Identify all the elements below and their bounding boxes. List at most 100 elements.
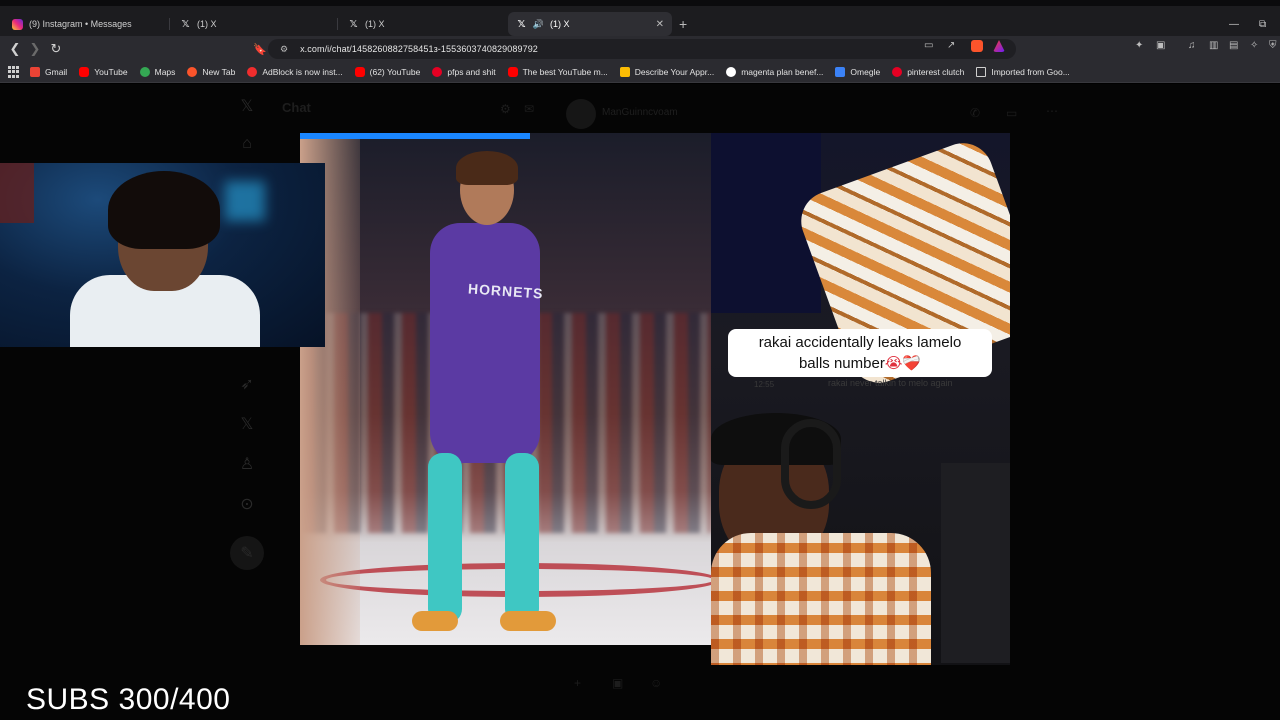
tab-title: (9) Instagram • Messages (29, 19, 132, 29)
gif-icon[interactable]: ▣ (612, 676, 623, 690)
brave-icon (187, 67, 198, 77)
tab-separator (337, 18, 338, 30)
bookmark-adblock[interactable]: AdBlock is now inst... (247, 67, 343, 77)
adblock-icon (247, 67, 258, 77)
led-light (225, 181, 265, 221)
more-icon[interactable]: ⊙ (237, 494, 257, 514)
sidebar-icon[interactable]: ▥ (1209, 40, 1218, 51)
gmail-icon (619, 67, 630, 77)
vpn-icon[interactable]: ⛨ (1269, 40, 1277, 51)
tab-x-1[interactable]: 𝕏 (1) X (172, 12, 336, 36)
bookmark-new-tab[interactable]: New Tab (187, 67, 235, 77)
brave-shields-icon[interactable] (971, 40, 983, 52)
video-frame-lamelo: HORNETS (300, 133, 711, 645)
apps-grid-icon[interactable] (8, 66, 20, 78)
new-message-icon[interactable]: ✉ (524, 102, 534, 116)
wall-poster (0, 163, 34, 223)
x-logo-icon: 𝕏 (181, 18, 190, 30)
tab-title: (1) X (365, 19, 385, 29)
tab-title: (1) X (197, 19, 217, 29)
speaker-icon[interactable]: 🔊 (533, 19, 544, 30)
x-logo-icon: 𝕏 (517, 18, 526, 30)
bookmark-describe[interactable]: Describe Your Appr... (619, 67, 714, 77)
emoji-icon[interactable]: ☺ (650, 676, 662, 690)
bookmark-best-youtube[interactable]: The best YouTube m... (507, 67, 608, 77)
leo-ai-icon[interactable]: ✧ (1250, 40, 1258, 51)
headset (781, 419, 841, 509)
bookmark-magenta[interactable]: magenta plan benef... (726, 67, 823, 77)
bookmark-youtube-62[interactable]: (62) YouTube (354, 67, 420, 77)
bookmark-maps[interactable]: Maps (139, 67, 175, 77)
plaid-shirt (711, 533, 931, 665)
youtube-icon (79, 67, 90, 77)
compose-post-icon[interactable]: ✎ (230, 536, 264, 570)
caption-line-1: rakai accidentally leaks lamelo (758, 334, 962, 351)
subs-goal-counter: SUBS 300/400 (26, 683, 231, 716)
cast-icon[interactable]: ▭ (924, 40, 933, 51)
x-logo-icon[interactable]: 𝕏 (237, 96, 257, 116)
call-icon[interactable]: ✆ (970, 106, 980, 120)
bookmark-pinterest[interactable]: pinterest clutch (892, 67, 964, 77)
player-shoe (412, 611, 458, 631)
tab-title: (1) X (550, 19, 570, 29)
caption-line-2: balls number (798, 355, 885, 372)
bookmark-pfps[interactable]: pfps and shit (432, 67, 496, 77)
bookmark-youtube[interactable]: YouTube (79, 67, 128, 77)
player-body (430, 223, 540, 463)
video-call-icon[interactable]: ▭ (1006, 106, 1017, 120)
omegle-icon (835, 67, 846, 77)
dm-timestamp: 12:55 (754, 380, 775, 389)
forward-button[interactable]: ❯ (26, 40, 44, 58)
tab-x-active[interactable]: 𝕏 🔊 (1) X ✕ (508, 12, 672, 36)
browser-tab-bar: (9) Instagram • Messages 𝕏 (1) X 𝕏 (1) X… (0, 0, 1280, 36)
x-logo-icon: 𝕏 (349, 18, 358, 30)
close-tab-icon[interactable]: ✕ (656, 19, 664, 30)
streamer-webcam (0, 163, 325, 347)
profile-icon[interactable]: ♙ (237, 454, 257, 474)
site-info-icon[interactable]: ⚙ (280, 44, 288, 55)
bookmark-omegle[interactable]: Omegle (835, 67, 880, 77)
pinterest-icon (892, 67, 903, 77)
share-icon[interactable]: ↗ (947, 40, 955, 51)
reload-button[interactable]: ↻ (47, 40, 65, 58)
video-frame-rakai (711, 133, 1010, 665)
x-premium-icon[interactable]: 𝕏 (237, 414, 257, 434)
url-text: x.com/i/chat/1458260882758451з-155360374… (300, 44, 538, 54)
tab-search-icon[interactable]: ▣ (1156, 40, 1165, 51)
back-button[interactable]: ❮ (6, 40, 24, 58)
pinterest-icon (432, 67, 443, 77)
address-bar[interactable]: ⚙ x.com/i/chat/1458260882758451з-1553603… (268, 39, 1016, 59)
player-shoe (500, 611, 556, 631)
restore-button[interactable]: ⧉ (1259, 19, 1266, 30)
tab-instagram[interactable]: (9) Instagram • Messages (4, 12, 168, 36)
wallet-icon[interactable]: ▤ (1229, 40, 1238, 51)
google-icon (726, 67, 737, 77)
chat-username: ManGuinncvoam (602, 107, 678, 118)
settings-icon[interactable]: ⚙ (500, 102, 511, 116)
streamer-hair (108, 171, 220, 249)
more-options-icon[interactable]: ⋯ (1046, 104, 1058, 118)
minimize-button[interactable]: — (1229, 19, 1239, 30)
bookmark-icon[interactable]: 🔖 (251, 40, 269, 58)
tab-x-2[interactable]: 𝕏 (1) X (340, 12, 504, 36)
browser-toolbar: ❮ ❯ ↻ 🔖 ⚙ x.com/i/chat/1458260882758451з… (0, 36, 1280, 62)
new-tab-button[interactable]: + (679, 17, 687, 31)
progress-accent (300, 133, 530, 139)
avatar[interactable] (566, 99, 596, 129)
add-attachment-icon[interactable]: + (574, 676, 581, 690)
caption-emoji: 😭❤️‍🩹 (884, 355, 922, 372)
extensions-icon[interactable]: ✦ (1135, 40, 1143, 51)
folder-icon (976, 67, 987, 77)
home-icon[interactable]: ⌂ (237, 134, 257, 154)
chat-title: Chat (282, 100, 311, 115)
grok-icon[interactable]: ➶ (237, 374, 257, 394)
bookmark-gmail[interactable]: Gmail (30, 67, 67, 77)
bookmark-folder-imported[interactable]: Imported from Goo... (976, 67, 1070, 77)
player-leg (505, 453, 539, 623)
media-icon[interactable]: ♫ (1188, 40, 1196, 51)
player-leg (428, 453, 462, 623)
youtube-icon (354, 67, 365, 77)
video-caption: rakai accidentally leaks lamelo balls nu… (728, 329, 992, 377)
bookmarks-bar: Gmail YouTube Maps New Tab AdBlock is no… (0, 62, 1280, 83)
dm-preview-text: rakai never talkin to melo again (828, 378, 953, 388)
